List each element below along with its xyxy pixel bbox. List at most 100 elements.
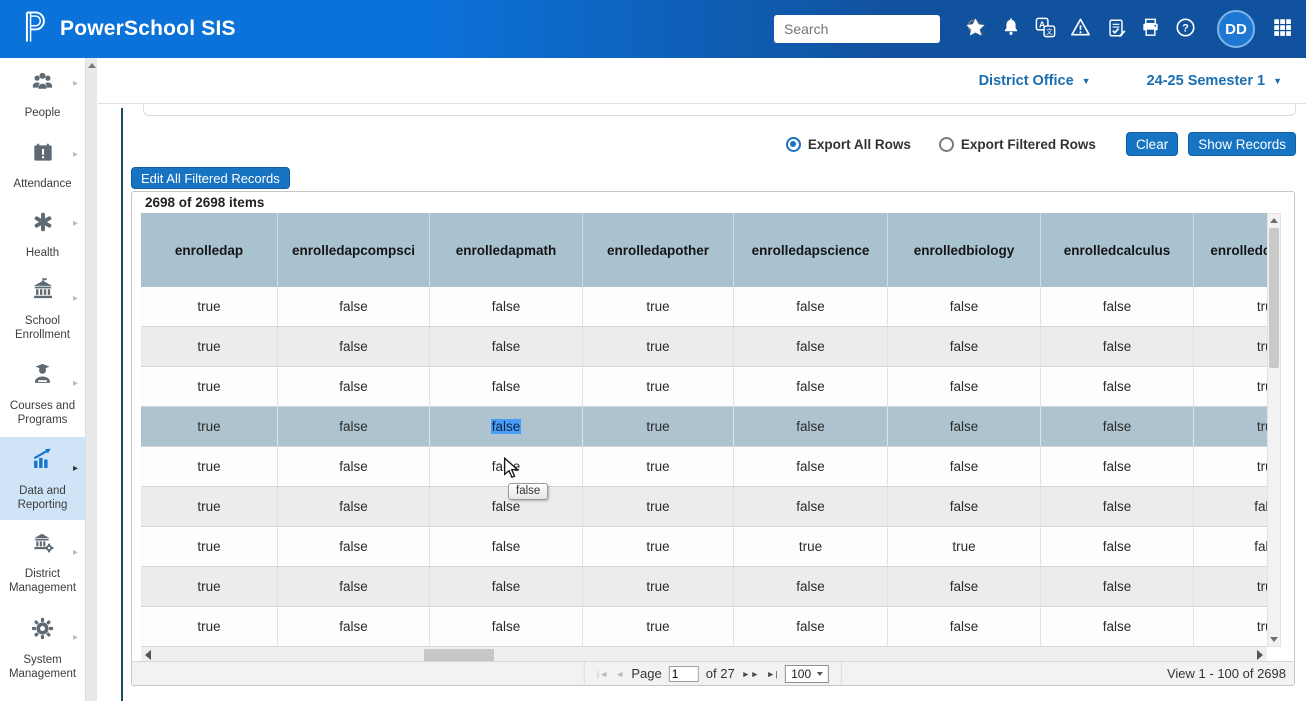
table-cell[interactable]: true xyxy=(141,327,278,366)
table-cell[interactable]: true xyxy=(583,447,734,486)
page-number-input[interactable] xyxy=(669,666,699,682)
table-cell[interactable]: true xyxy=(583,487,734,526)
column-header-enrolledapscience[interactable]: enrolledapscience xyxy=(734,213,888,287)
sidebar-scrollbar[interactable] xyxy=(85,58,97,701)
table-cell[interactable]: true xyxy=(141,447,278,486)
table-cell[interactable]: false xyxy=(278,567,430,606)
scroll-up-icon[interactable] xyxy=(1270,218,1278,223)
export-filtered-rows-radio[interactable]: Export Filtered Rows xyxy=(939,137,1096,152)
table-cell[interactable]: false xyxy=(734,367,888,406)
clear-button[interactable]: Clear xyxy=(1126,132,1178,156)
table-cell[interactable]: true xyxy=(734,527,888,566)
column-header-enrolledcalculus[interactable]: enrolledcalculus xyxy=(1041,213,1194,287)
sidebar-item-health[interactable]: Health ▸ xyxy=(0,200,85,268)
help-button[interactable]: ? xyxy=(1168,9,1203,49)
sidebar-item-courses-and-programs[interactable]: Courses and Programs ▸ xyxy=(0,350,85,437)
reports-button[interactable] xyxy=(1098,9,1133,49)
apps-launcher-button[interactable] xyxy=(1265,9,1300,49)
table-cell[interactable]: false xyxy=(888,367,1041,406)
table-cell[interactable]: true xyxy=(141,367,278,406)
table-cell[interactable]: false xyxy=(430,567,583,606)
table-cell[interactable]: true xyxy=(1194,567,1267,606)
column-header-enrolledapother[interactable]: enrolledapother xyxy=(583,213,734,287)
alerts-button[interactable] xyxy=(1063,9,1098,49)
scroll-up-icon[interactable] xyxy=(88,63,96,68)
translation-button[interactable]: A 文 xyxy=(1028,9,1063,49)
table-cell[interactable]: false xyxy=(888,567,1041,606)
column-header-enrolledbiology[interactable]: enrolledbiology xyxy=(888,213,1041,287)
table-cell[interactable]: true xyxy=(583,567,734,606)
table-cell[interactable]: false xyxy=(278,287,430,326)
search-input[interactable] xyxy=(784,21,965,37)
table-cell[interactable]: false xyxy=(1041,567,1194,606)
last-page-button[interactable]: ►| xyxy=(767,669,779,679)
table-cell[interactable]: true xyxy=(1194,287,1267,326)
table-row[interactable]: truefalsefalsetruefalsefalsefalsefalse xyxy=(141,487,1267,527)
table-cell[interactable]: false xyxy=(888,327,1041,366)
table-cell[interactable]: false xyxy=(1194,487,1267,526)
column-header-enrolledap[interactable]: enrolledap xyxy=(141,213,278,287)
table-cell[interactable]: false xyxy=(1041,367,1194,406)
sidebar-item-district-management[interactable]: District Management ▸ xyxy=(0,520,85,605)
table-cell[interactable]: true xyxy=(141,407,278,446)
table-cell[interactable]: false xyxy=(734,407,888,446)
table-row[interactable]: truefalsefalsetruefalsefalsefalsetrue xyxy=(141,367,1267,407)
table-row[interactable]: truefalsefalsetruefalsefalsefalsetrue xyxy=(141,447,1267,487)
show-records-button[interactable]: Show Records xyxy=(1188,132,1296,156)
table-cell[interactable]: true xyxy=(888,527,1041,566)
table-cell[interactable]: false xyxy=(278,447,430,486)
term-selector[interactable]: 24-25 Semester 1 ▼ xyxy=(1147,73,1282,89)
table-cell[interactable]: true xyxy=(583,527,734,566)
table-cell[interactable]: true xyxy=(583,367,734,406)
table-cell[interactable]: false xyxy=(1041,407,1194,446)
table-cell[interactable]: true xyxy=(141,567,278,606)
table-cell[interactable]: false xyxy=(278,527,430,566)
table-cell[interactable]: false xyxy=(888,447,1041,486)
table-cell[interactable]: false xyxy=(430,327,583,366)
first-page-button[interactable]: |◄ xyxy=(597,669,609,679)
table-cell[interactable]: false xyxy=(1041,607,1194,646)
table-row[interactable]: truefalsefalsetruefalsefalsefalsetrue xyxy=(141,567,1267,607)
table-cell[interactable]: false xyxy=(888,287,1041,326)
column-header-enrolledchemistry[interactable]: enrolledchemistry xyxy=(1194,213,1267,287)
print-button[interactable] xyxy=(1133,9,1168,49)
table-cell[interactable]: false xyxy=(734,487,888,526)
user-avatar[interactable]: DD xyxy=(1217,10,1255,48)
table-cell[interactable]: true xyxy=(1194,407,1267,446)
table-cell[interactable]: false xyxy=(734,607,888,646)
prev-page-button[interactable]: ◄ xyxy=(615,669,624,679)
table-cell[interactable]: false xyxy=(430,287,583,326)
table-cell[interactable]: false xyxy=(734,567,888,606)
table-cell[interactable]: true xyxy=(141,487,278,526)
table-cell[interactable]: false xyxy=(888,607,1041,646)
favorites-button[interactable] xyxy=(958,9,993,49)
table-cell[interactable]: false xyxy=(430,367,583,406)
sidebar-item-attendance[interactable]: Attendance ▸ xyxy=(0,130,85,200)
table-cell[interactable]: false xyxy=(1041,487,1194,526)
table-cell[interactable]: false xyxy=(278,487,430,526)
vertical-scroll-thumb[interactable] xyxy=(1269,228,1279,368)
table-cell[interactable]: false xyxy=(430,487,583,526)
table-cell[interactable]: false xyxy=(888,487,1041,526)
table-cell[interactable]: false xyxy=(888,407,1041,446)
table-cell[interactable]: false xyxy=(278,607,430,646)
column-header-enrolledapcompsci[interactable]: enrolledapcompsci xyxy=(278,213,430,287)
table-cell[interactable]: false xyxy=(1041,527,1194,566)
page-size-select[interactable]: 100 xyxy=(785,665,829,683)
table-cell[interactable]: false xyxy=(278,407,430,446)
table-cell[interactable]: false xyxy=(1041,447,1194,486)
sidebar-item-data-and-reporting[interactable]: Data and Reporting ▸ xyxy=(0,437,85,520)
next-page-button[interactable]: ►► xyxy=(742,669,760,679)
horizontal-scroll-thumb[interactable] xyxy=(424,649,494,661)
table-cell[interactable]: false xyxy=(430,607,583,646)
table-cell[interactable]: true xyxy=(141,287,278,326)
table-cell[interactable]: true xyxy=(1194,327,1267,366)
table-cell[interactable]: false xyxy=(734,447,888,486)
school-selector[interactable]: District Office ▼ xyxy=(979,73,1091,89)
table-row[interactable]: truefalsefalsetruefalsefalsefalsetrue xyxy=(141,327,1267,367)
vertical-scrollbar[interactable] xyxy=(1267,213,1281,647)
scroll-right-icon[interactable] xyxy=(1257,650,1263,660)
table-cell[interactable]: true xyxy=(1194,367,1267,406)
table-cell[interactable]: true xyxy=(583,287,734,326)
table-cell[interactable]: true xyxy=(583,607,734,646)
